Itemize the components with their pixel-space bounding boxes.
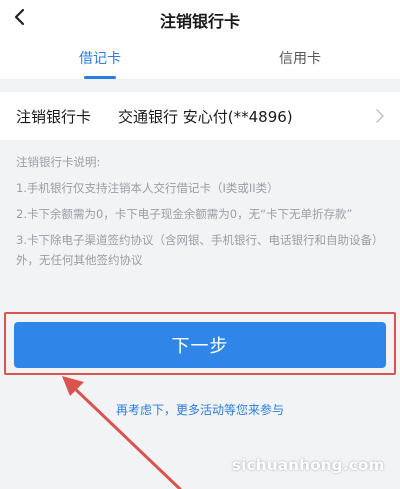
watermark-text: sichuanhong.com (232, 456, 385, 474)
tab-debit-card[interactable]: 借记卡 (0, 36, 200, 80)
selected-card-value: 交通银行 安心付(**4896) (118, 107, 293, 126)
chevron-right-icon (376, 109, 384, 123)
note-item-1: 1.手机银行仅支持注销本人交行借记卡（I类或II类） (16, 181, 279, 195)
top-nav-bar: 注销银行卡 (0, 0, 400, 36)
annotation-arrow (62, 376, 182, 489)
cancellation-notes: 注销银行卡说明: 1.手机银行仅支持注销本人交行借记卡（I类或II类） 2.卡下… (16, 152, 388, 276)
notes-heading: 注销银行卡说明: (16, 155, 101, 169)
active-tab-indicator (84, 76, 116, 79)
next-step-button[interactable]: 下一步 (14, 322, 386, 368)
note-item-2: 2.卡下余额需为0，卡下电子现金余额需为0，无“卡下无单折存款” (16, 207, 353, 221)
card-select-row[interactable]: 注销银行卡 交通银行 安心付(**4896) (0, 92, 400, 140)
note-item-3: 3.卡下除电子渠道签约协议（含网银、手机银行、电话银行和自助设备）外，无任何其他… (16, 233, 384, 267)
tab-credit-card[interactable]: 信用卡 (200, 36, 400, 80)
card-type-tabs: 借记卡 信用卡 (0, 36, 400, 80)
card-row-label: 注销银行卡 (16, 107, 92, 126)
page-title: 注销银行卡 (159, 12, 240, 31)
